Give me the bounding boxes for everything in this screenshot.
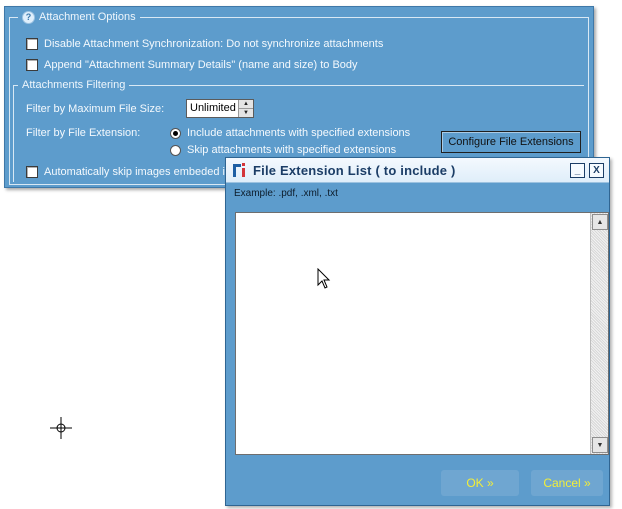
disable-sync-label: Disable Attachment Synchronization: Do n… xyxy=(44,38,384,50)
cancel-button[interactable]: Cancel » xyxy=(531,470,603,496)
file-extension-dialog: File Extension List ( to include ) _ X E… xyxy=(225,157,610,506)
crosshair-icon xyxy=(50,417,72,439)
include-option[interactable]: Include attachments with specified exten… xyxy=(170,127,410,139)
skip-radio[interactable] xyxy=(170,144,181,156)
include-radio[interactable] xyxy=(170,127,181,139)
ext-filter-label: Filter by File Extension: xyxy=(26,127,140,139)
disable-sync-checkbox[interactable] xyxy=(26,38,38,50)
extension-list-input[interactable]: ▲ ▼ xyxy=(235,212,609,455)
append-summary-option[interactable]: Append "Attachment Summary Details" (nam… xyxy=(26,59,358,71)
vertical-scrollbar[interactable]: ▲ ▼ xyxy=(590,213,608,454)
spin-up-icon[interactable]: ▲ xyxy=(239,100,253,108)
mouse-pointer-icon xyxy=(317,268,331,289)
auto-skip-label: Automatically skip images embeded in xyxy=(44,166,232,178)
attachment-options-legend: ? Attachment Options xyxy=(18,10,140,24)
minimize-icon[interactable]: _ xyxy=(570,163,585,178)
help-icon[interactable]: ? xyxy=(22,10,35,24)
max-size-value[interactable]: Unlimited xyxy=(187,100,238,117)
max-size-label: Filter by Maximum File Size: xyxy=(26,103,164,115)
spin-down-icon[interactable]: ▼ xyxy=(239,108,253,117)
append-summary-label: Append "Attachment Summary Details" (nam… xyxy=(44,59,358,71)
attachments-filtering-legend: Attachments Filtering xyxy=(18,78,130,92)
ok-button[interactable]: OK » xyxy=(441,470,519,496)
attachment-options-title: Attachment Options xyxy=(39,11,136,23)
ext-filter-text: Filter by File Extension: xyxy=(26,127,141,139)
skip-label: Skip attachments with specified extensio… xyxy=(187,144,397,156)
dialog-title: File Extension List ( to include ) xyxy=(253,162,456,178)
attachments-filtering-title: Attachments Filtering xyxy=(22,79,126,91)
append-summary-checkbox[interactable] xyxy=(26,59,38,71)
max-size-spinner[interactable]: Unlimited ▲ ▼ xyxy=(186,99,254,118)
disable-sync-option[interactable]: Disable Attachment Synchronization: Do n… xyxy=(26,38,383,50)
dialog-titlebar[interactable]: File Extension List ( to include ) _ X xyxy=(226,158,609,183)
close-icon[interactable]: X xyxy=(589,163,604,178)
scroll-down-icon[interactable]: ▼ xyxy=(592,437,608,453)
max-size-text: Filter by Maximum File Size: xyxy=(26,103,165,115)
skip-option[interactable]: Skip attachments with specified extensio… xyxy=(170,144,396,156)
scroll-up-icon[interactable]: ▲ xyxy=(592,214,608,230)
configure-extensions-button[interactable]: Configure File Extensions xyxy=(441,131,581,153)
include-label: Include attachments with specified exten… xyxy=(187,127,411,139)
max-size-spin-buttons: ▲ ▼ xyxy=(238,100,253,117)
app-logo-icon xyxy=(232,162,248,178)
auto-skip-checkbox[interactable] xyxy=(26,166,38,178)
example-hint: Example: .pdf, .xml, .txt xyxy=(234,188,338,199)
auto-skip-option[interactable]: Automatically skip images embeded in xyxy=(26,166,231,178)
